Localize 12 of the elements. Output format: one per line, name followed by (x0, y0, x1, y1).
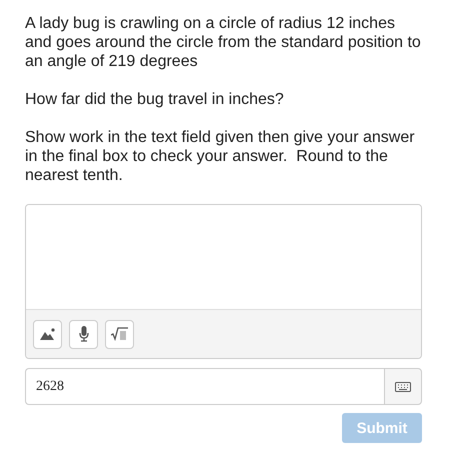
keyboard-icon (395, 382, 411, 392)
math-input-button[interactable] (105, 320, 134, 348)
question-text: A lady bug is crawling on a circle of radius 12 inches and goes around the circle from the standard position to an angle of 219 degrees (25, 14, 421, 71)
record-audio-button[interactable] (69, 320, 98, 348)
image-icon (40, 328, 56, 340)
insert-image-button[interactable] (33, 320, 62, 348)
microphone-icon (78, 326, 88, 342)
question-text: Show work in the text field given then give your answer in the final box to check your answer. Round to the nearest tenth. (25, 128, 416, 185)
question-text: How far did the bug travel in inches? (25, 90, 285, 109)
answer-field[interactable]: 2628 (25, 368, 384, 405)
keyboard-button[interactable] (384, 368, 422, 405)
square-root-icon (110, 327, 128, 341)
